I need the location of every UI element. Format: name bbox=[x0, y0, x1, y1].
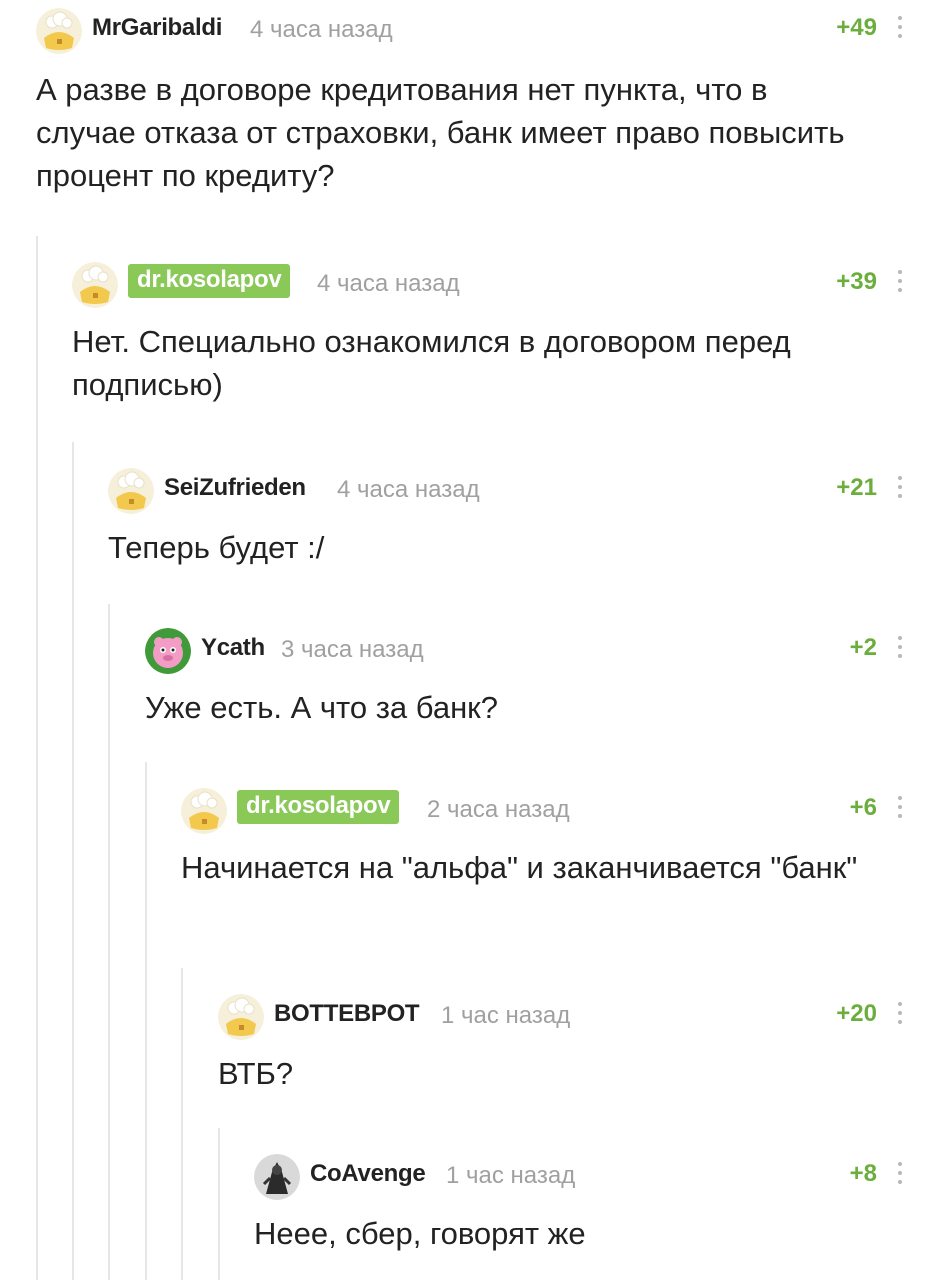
comment-text: Уже есть. А что за банк? bbox=[145, 690, 498, 725]
comment: CoAvenge 1 час назад +8 Неее, сбер, гово… bbox=[254, 1146, 941, 1266]
comment-text: Нет. Специально ознакомился в договором … bbox=[72, 324, 791, 402]
comment-time: 4 часа назад bbox=[337, 476, 480, 503]
more-options-icon[interactable] bbox=[897, 1002, 903, 1026]
user-avatar[interactable] bbox=[254, 1154, 300, 1200]
user-avatar[interactable] bbox=[72, 262, 118, 308]
comment-header: SeiZufrieden 4 часа назад +21 bbox=[108, 460, 941, 520]
comment-rating: +49 bbox=[836, 14, 877, 41]
more-options-icon[interactable] bbox=[897, 636, 903, 660]
username[interactable]: CoAvenge bbox=[310, 1160, 426, 1188]
comment-text: Неее, сбер, говорят же bbox=[254, 1216, 586, 1251]
user-avatar[interactable] bbox=[36, 8, 82, 54]
comment-time: 4 часа назад bbox=[317, 270, 460, 297]
comment-header: MrGaribaldi 4 часа назад +49 bbox=[36, 0, 941, 60]
thread-line bbox=[72, 442, 74, 1280]
author-username-badge[interactable]: dr.kosolapov bbox=[128, 264, 291, 298]
username[interactable]: BOTTEBPOT bbox=[274, 1000, 420, 1028]
comment-time: 4 часа назад bbox=[250, 16, 393, 43]
comment-rating: +6 bbox=[849, 794, 877, 821]
more-options-icon[interactable] bbox=[897, 270, 903, 294]
user-avatar[interactable] bbox=[181, 788, 227, 834]
thread-line bbox=[36, 236, 38, 1280]
comment-text: А разве в договоре кредитования нет пунк… bbox=[36, 72, 845, 193]
user-avatar[interactable] bbox=[218, 994, 264, 1040]
comment-header: dr.kosolapov 2 часа назад +6 bbox=[181, 780, 941, 840]
comment: dr.kosolapov 4 часа назад +39 Нет. Специ… bbox=[72, 254, 941, 424]
more-options-icon[interactable] bbox=[897, 796, 903, 820]
author-username-badge[interactable]: dr.kosolapov bbox=[237, 790, 400, 824]
more-options-icon[interactable] bbox=[897, 16, 903, 40]
thread-line bbox=[145, 762, 147, 1280]
comment: SeiZufrieden 4 часа назад +21 Теперь буд… bbox=[108, 460, 941, 580]
comment-header: CoAvenge 1 час назад +8 bbox=[254, 1146, 941, 1206]
more-options-icon[interactable] bbox=[897, 1162, 903, 1186]
comment-text: Начинается на "альфа" и заканчивается "б… bbox=[181, 850, 858, 885]
thread-line bbox=[218, 1128, 220, 1280]
username[interactable]: Ycath bbox=[201, 634, 265, 662]
comment-rating: +39 bbox=[836, 268, 877, 295]
comment-rating: +21 bbox=[836, 474, 877, 501]
comment: BOTTEBPOT 1 час назад +20 ВТБ? bbox=[218, 986, 941, 1106]
username[interactable]: SeiZufrieden bbox=[164, 474, 306, 502]
comment-rating: +20 bbox=[836, 1000, 877, 1027]
user-avatar[interactable] bbox=[108, 468, 154, 514]
comment-header: Ycath 3 часа назад +2 bbox=[145, 620, 941, 680]
comment-text: Теперь будет :/ bbox=[108, 530, 325, 565]
user-avatar[interactable] bbox=[145, 628, 191, 674]
username[interactable]: MrGaribaldi bbox=[92, 14, 222, 42]
comment-header: dr.kosolapov 4 часа назад +39 bbox=[72, 254, 941, 314]
thread-line bbox=[108, 604, 110, 1280]
comment: dr.kosolapov 2 часа назад +6 Начинается … bbox=[181, 780, 941, 950]
thread-line bbox=[181, 968, 183, 1280]
more-options-icon[interactable] bbox=[897, 476, 903, 500]
comment-text: ВТБ? bbox=[218, 1056, 294, 1091]
comment: MrGaribaldi 4 часа назад +49 А разве в д… bbox=[36, 0, 941, 220]
comment-header: BOTTEBPOT 1 час назад +20 bbox=[218, 986, 941, 1046]
comment: Ycath 3 часа назад +2 Уже есть. А что за… bbox=[145, 620, 941, 740]
comment-rating: +8 bbox=[849, 1160, 877, 1187]
comment-time: 3 часа назад bbox=[281, 636, 424, 663]
comment-time: 1 час назад bbox=[441, 1002, 571, 1029]
comment-time: 1 час назад bbox=[446, 1162, 576, 1189]
comment-rating: +2 bbox=[849, 634, 877, 661]
comment-time: 2 часа назад bbox=[427, 796, 570, 823]
